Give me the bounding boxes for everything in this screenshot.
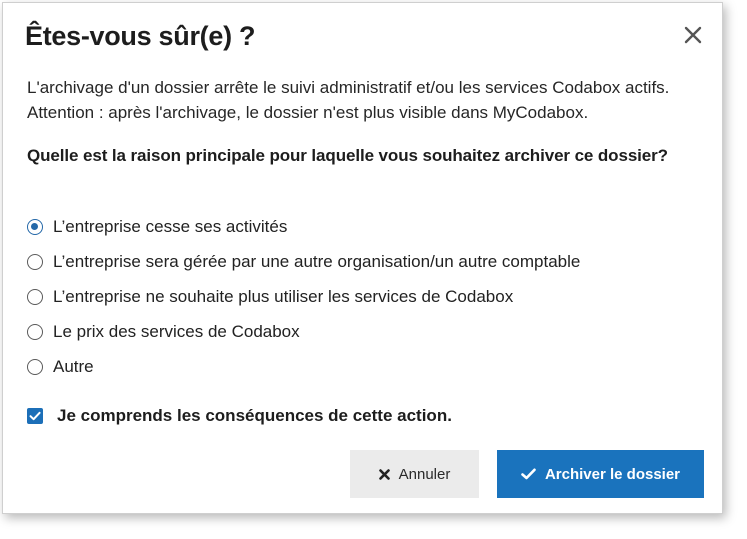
checkbox-checked-icon[interactable] bbox=[27, 408, 43, 424]
reason-question: Quelle est la raison principale pour laq… bbox=[27, 146, 668, 165]
reason-option-stops-activities[interactable]: L’entreprise cesse ses activités bbox=[27, 215, 287, 239]
close-icon[interactable] bbox=[681, 23, 705, 47]
reason-option-label: L’entreprise cesse ses activités bbox=[53, 217, 288, 236]
reason-option-price[interactable]: Le prix des services de Codabox bbox=[27, 320, 300, 344]
dialog-title: Êtes-vous sûr(e) ? bbox=[25, 21, 256, 51]
dialog-description: L'archivage d'un dossier arrête le suivi… bbox=[27, 78, 670, 122]
radio-button[interactable] bbox=[27, 254, 43, 270]
radio-button[interactable] bbox=[27, 359, 43, 375]
confirm-consequences-checkbox[interactable]: Je comprends les conséquences de cette a… bbox=[27, 404, 452, 428]
x-icon bbox=[378, 468, 390, 480]
cancel-button-label: Annuler bbox=[398, 465, 451, 483]
reason-option-label: L’entreprise sera gérée par une autre or… bbox=[53, 252, 581, 271]
archive-button-label: Archiver le dossier bbox=[544, 465, 681, 483]
reason-option-label: Autre bbox=[53, 357, 94, 376]
archive-dialog: Êtes-vous sûr(e) ? L'archivage d'un doss… bbox=[2, 2, 723, 514]
confirm-label: Je comprends les conséquences de cette a… bbox=[57, 406, 452, 425]
check-icon bbox=[521, 468, 536, 480]
reason-option-other-organisation[interactable]: L’entreprise sera gérée par une autre or… bbox=[27, 250, 580, 274]
radio-button[interactable] bbox=[27, 219, 43, 235]
reason-option-label: L’entreprise ne souhaite plus utiliser l… bbox=[53, 287, 514, 306]
reason-option-label: Le prix des services de Codabox bbox=[53, 322, 300, 341]
archive-folder-button[interactable]: Archiver le dossier bbox=[497, 450, 704, 498]
radio-button[interactable] bbox=[27, 324, 43, 340]
radio-button[interactable] bbox=[27, 289, 43, 305]
reason-option-other[interactable]: Autre bbox=[27, 355, 94, 379]
reason-option-no-longer-use-services[interactable]: L’entreprise ne souhaite plus utiliser l… bbox=[27, 285, 513, 309]
cancel-button[interactable]: Annuler bbox=[350, 450, 479, 498]
